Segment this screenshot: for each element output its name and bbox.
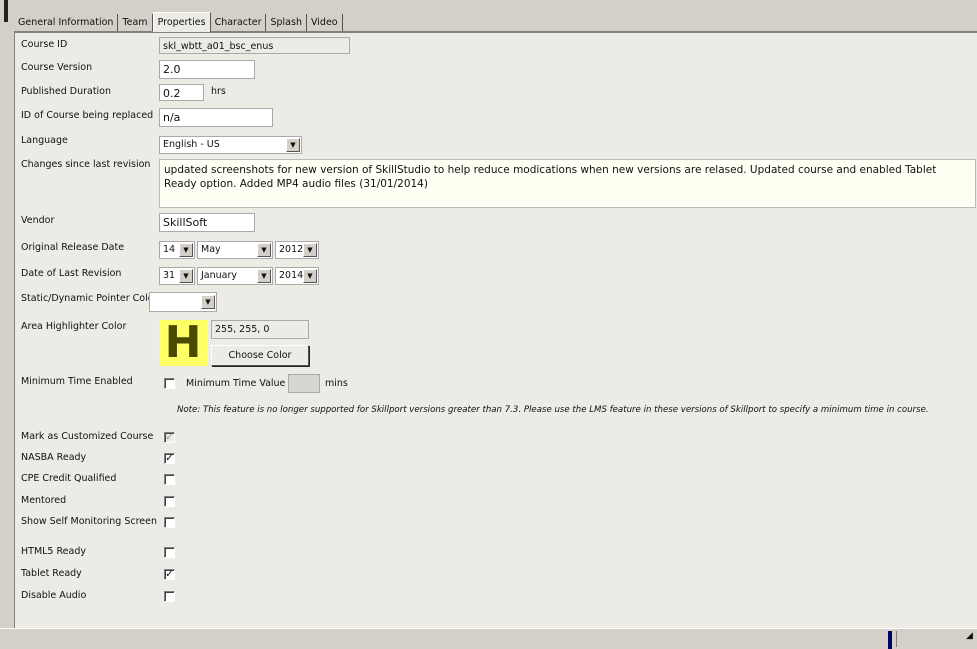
tab-strip: General Information Team Properties Char… (14, 12, 977, 32)
nasba-checkbox[interactable]: ✓ (164, 453, 175, 464)
published-duration-input[interactable]: 0.2 (159, 84, 204, 101)
area-highlighter-label: Area Highlighter Color (21, 321, 127, 332)
pointer-color-select[interactable]: ▼ (149, 292, 217, 312)
mentored-label: Mentored (21, 495, 67, 506)
language-value: English - US (163, 139, 220, 150)
published-duration-label: Published Duration (21, 86, 112, 97)
chevron-down-icon[interactable]: ▼ (303, 269, 317, 283)
revision-day-select[interactable]: 31 ▼ (159, 267, 195, 285)
revision-day-value: 31 (163, 270, 176, 281)
pointer-color-label: Static/Dynamic Pointer Color (21, 293, 158, 304)
status-panel (896, 631, 963, 647)
release-year-value: 2012 (279, 244, 304, 255)
tab-character[interactable]: Character (210, 14, 267, 31)
chevron-down-icon[interactable]: ▼ (286, 138, 300, 152)
revision-year-value: 2014 (279, 270, 304, 281)
vendor-input[interactable]: SkillSoft (159, 213, 255, 232)
min-time-value-label: Minimum Time Value (186, 378, 286, 389)
cpe-checkbox[interactable] (164, 474, 175, 485)
chevron-down-icon[interactable]: ▼ (257, 243, 271, 257)
vendor-label: Vendor (21, 215, 55, 226)
course-id-label: Course ID (21, 39, 68, 50)
min-time-note: Note: This feature is no longer supporte… (177, 405, 929, 415)
left-edge-handle (4, 0, 8, 22)
changes-label: Changes since last revision (21, 159, 151, 170)
chevron-down-icon[interactable]: ▼ (257, 269, 271, 283)
min-time-enabled-checkbox[interactable] (164, 378, 175, 389)
chevron-down-icon[interactable]: ▼ (303, 243, 317, 257)
release-day-select[interactable]: 14 ▼ (159, 241, 195, 259)
hrs-unit: hrs (211, 86, 226, 97)
highlighter-rgb-field: 255, 255, 0 (211, 320, 309, 339)
html5-label: HTML5 Ready (21, 546, 86, 557)
min-time-value-input[interactable] (288, 374, 320, 393)
revision-year-select[interactable]: 2014 ▼ (275, 267, 319, 285)
mins-unit: mins (325, 378, 348, 389)
tablet-checkbox[interactable]: ✓ (164, 569, 175, 580)
highlighter-swatch: H (159, 320, 207, 366)
course-id-field: skl_wbtt_a01_bsc_enus (159, 37, 350, 54)
chevron-down-icon[interactable]: ▼ (201, 295, 215, 309)
tab-general-information[interactable]: General Information (14, 14, 119, 31)
properties-panel: Course ID skl_wbtt_a01_bsc_enus Course V… (14, 32, 977, 629)
disable-audio-checkbox[interactable] (164, 591, 175, 602)
language-label: Language (21, 135, 68, 146)
customized-label: Mark as Customized Course (21, 431, 154, 442)
last-revision-label: Date of Last Revision (21, 268, 122, 279)
min-time-enabled-label: Minimum Time Enabled (21, 376, 133, 387)
resize-grip-icon: ◢ (966, 631, 973, 641)
course-version-input[interactable]: 2.0 (159, 60, 255, 79)
nasba-label: NASBA Ready (21, 452, 87, 463)
disable-audio-label: Disable Audio (21, 590, 87, 601)
original-release-label: Original Release Date (21, 242, 125, 253)
release-year-select[interactable]: 2012 ▼ (275, 241, 319, 259)
language-select[interactable]: English - US ▼ (159, 136, 302, 154)
self-monitoring-checkbox[interactable] (164, 517, 175, 528)
chevron-down-icon[interactable]: ▼ (179, 269, 193, 283)
tab-properties[interactable]: Properties (152, 12, 211, 32)
html5-checkbox[interactable] (164, 547, 175, 558)
chevron-down-icon[interactable]: ▼ (179, 243, 193, 257)
cpe-label: CPE Credit Qualified (21, 473, 117, 484)
revision-month-value: January (201, 270, 238, 281)
status-bar: ◢ (0, 628, 977, 649)
release-month-select[interactable]: May ▼ (197, 241, 273, 259)
id-replaced-input[interactable]: n/a (159, 108, 273, 127)
mentored-checkbox[interactable] (164, 496, 175, 507)
choose-color-button[interactable]: Choose Color (211, 345, 309, 366)
self-monitoring-label: Show Self Monitoring Screen (21, 516, 158, 527)
tab-video[interactable]: Video (306, 14, 343, 31)
revision-month-select[interactable]: January ▼ (197, 267, 273, 285)
customized-checkbox[interactable]: ✓ (164, 432, 175, 443)
tab-team[interactable]: Team (118, 14, 153, 31)
id-replaced-label: ID of Course being replaced (21, 110, 154, 121)
changes-textarea[interactable]: updated screenshots for new version of S… (159, 159, 976, 208)
tablet-label: Tablet Ready (21, 568, 82, 579)
tab-splash[interactable]: Splash (266, 14, 307, 31)
release-month-value: May (201, 244, 221, 255)
status-indicator (888, 631, 892, 649)
course-version-label: Course Version (21, 62, 93, 73)
release-day-value: 14 (163, 244, 176, 255)
